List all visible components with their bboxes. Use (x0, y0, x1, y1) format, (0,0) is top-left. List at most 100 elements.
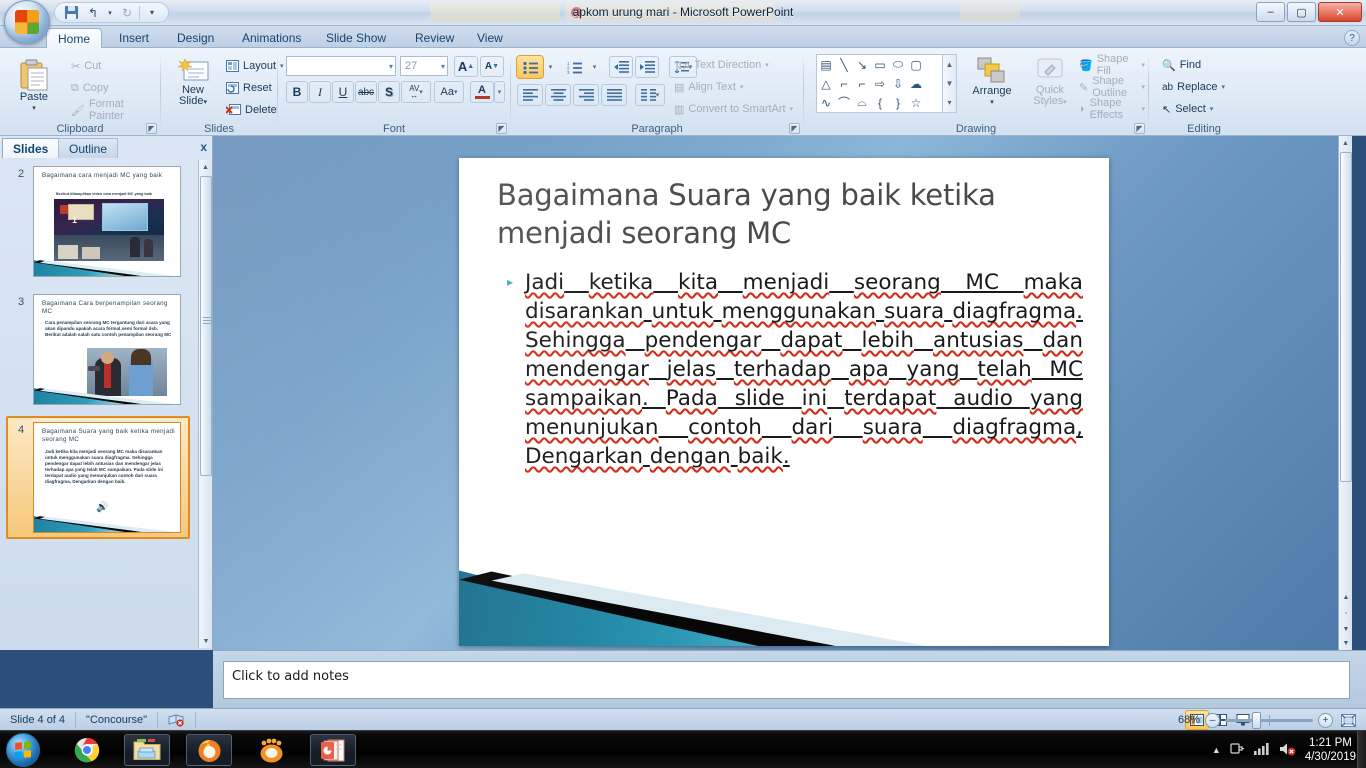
shape-blank2[interactable] (925, 74, 943, 93)
thumbnail-slide-2[interactable]: 2 Bagaimana cara menjadi MC yang baik Be… (0, 164, 199, 280)
shape-arrow[interactable]: ↘ (853, 55, 871, 74)
taskbar-item-chrome[interactable] (64, 734, 110, 766)
numbering-button[interactable]: 1 2 3 (561, 56, 587, 78)
shape-left-brace[interactable]: { (871, 93, 889, 112)
power-icon[interactable] (1230, 741, 1245, 759)
columns-button[interactable]: ▾ (635, 84, 665, 106)
character-spacing-button[interactable]: AV ↔ ▾ (401, 81, 431, 103)
align-center-button[interactable] (545, 84, 571, 106)
tab-review[interactable]: Review (404, 28, 465, 48)
shape-right-brace[interactable]: } (889, 93, 907, 112)
shape-right-arrow[interactable]: ⇨ (871, 74, 889, 93)
shape-star[interactable]: ☆ (907, 93, 925, 112)
slide-body-placeholder[interactable]: Jadi ketika kita menjadi seorang MC maka… (503, 268, 1083, 471)
notes-input[interactable]: Click to add notes (223, 661, 1350, 699)
shapes-gallery[interactable]: ▤ ╲ ↘ ▭ ⬭ ▢ △ ⌐ ⌐ ⇨ ⇩ ☁ ∿ ⌒ ⌓ { } ☆ (816, 54, 944, 113)
spellcheck-status[interactable] (158, 709, 195, 731)
decrease-indent-button[interactable] (609, 56, 633, 78)
drawing-dialog-launcher[interactable]: ◤ (1134, 123, 1145, 134)
shape-cloud[interactable]: ☁ (907, 74, 925, 93)
arrange-button[interactable]: Arrange ▾ (964, 54, 1020, 112)
find-button[interactable]: 🔍 Find (1159, 56, 1204, 74)
shape-elbow-connector[interactable]: ⌐ (835, 74, 853, 93)
shapes-scroll-down[interactable]: ▼ (943, 74, 956, 93)
reset-button[interactable]: Reset (223, 79, 275, 97)
zoom-slider-handle[interactable] (1252, 711, 1261, 729)
theme-name[interactable]: "Concourse" (76, 709, 157, 731)
shape-curve[interactable]: ⌒ (835, 93, 853, 112)
clipboard-dialog-launcher[interactable]: ◤ (146, 123, 157, 134)
thumbnail-canvas[interactable]: Bagaimana Suara yang baik ketika menjadi… (33, 422, 181, 533)
volume-muted-icon[interactable] (1279, 742, 1296, 759)
font-color-dropdown[interactable]: ▾ (494, 81, 505, 103)
stage-scroll-up[interactable]: ▲ (1339, 136, 1352, 150)
office-button[interactable] (4, 0, 50, 44)
shape-rounded-rect[interactable]: ▢ (907, 55, 925, 74)
stage-scroll-thumb[interactable] (1340, 152, 1352, 482)
taskbar-item-powerpoint[interactable] (310, 734, 356, 766)
paste-button[interactable]: Paste ▾ (10, 56, 58, 118)
font-dialog-launcher[interactable]: ◤ (496, 123, 507, 134)
shape-line[interactable]: ╲ (835, 55, 853, 74)
stage-scroll-down[interactable]: ▼ (1339, 636, 1353, 650)
thumbnail-canvas[interactable]: Bagaimana Cara berpenampilan seorang MC … (33, 294, 181, 405)
align-right-button[interactable] (573, 84, 599, 106)
pane-scroll-down[interactable]: ▼ (199, 634, 213, 648)
show-des02ktop-button[interactable] (1357, 731, 1366, 768)
maximize-button[interactable]: ▢ (1287, 2, 1316, 22)
zoom-out-button[interactable]: – (1205, 712, 1220, 728)
delete-slide-button[interactable]: Delete (223, 101, 280, 119)
change-case-button[interactable]: Aa ▾ (434, 81, 464, 103)
paragraph-dialog-launcher[interactable]: ◤ (789, 123, 800, 134)
font-name-combo[interactable]: ▾ (286, 56, 396, 76)
shrink-font-button[interactable]: A ▼ (480, 56, 504, 77)
close-button[interactable]: ✕ (1318, 2, 1362, 22)
minimize-button[interactable]: – (1256, 2, 1285, 22)
slide-scrollbar[interactable]: ▲ ▲ ◦ ▼ ▼ (1338, 136, 1352, 650)
tab-insert[interactable]: Insert (108, 28, 160, 48)
justify-button[interactable] (601, 84, 627, 106)
tab-home[interactable]: Home (46, 28, 103, 48)
italic-button[interactable]: I (309, 81, 331, 103)
clock[interactable]: 1:21 PM 4/30/2019 (1305, 736, 1356, 764)
select-button[interactable]: ↖ Select ▾ (1159, 100, 1216, 118)
tab-animations[interactable]: Animations (231, 28, 312, 48)
pane-scroll-up[interactable]: ▲ (199, 160, 212, 174)
font-color-button[interactable]: A (470, 81, 494, 103)
bullets-button[interactable] (516, 55, 544, 79)
shape-rectangle[interactable]: ▭ (871, 55, 889, 74)
quick-styles-button[interactable]: Quick Styles▾ (1024, 54, 1076, 111)
zoom-in-button[interactable]: + (1318, 712, 1333, 728)
tab-slides[interactable]: Slides (2, 138, 60, 158)
close-pane-button[interactable]: x (200, 140, 207, 154)
reset-view-button[interactable]: ◦ (1339, 606, 1353, 620)
shapes-more[interactable]: ▾ (943, 93, 956, 112)
underline-button[interactable]: U (332, 81, 354, 103)
current-slide[interactable]: Bagaimana Suara yang baik ketika menjadi… (459, 158, 1109, 646)
shapes-scrollbar[interactable]: ▲ ▼ ▾ (942, 54, 957, 113)
taskbar-item-firefox[interactable] (186, 734, 232, 766)
strikethrough-button[interactable]: abc (355, 81, 377, 103)
shape-scribble[interactable]: ∿ (817, 93, 835, 112)
text-shadow-button[interactable]: S (378, 81, 400, 103)
taskbar-item-gom-player[interactable] (248, 734, 294, 766)
shape-textbox[interactable]: ▤ (817, 55, 835, 74)
zoom-slider[interactable] (1225, 711, 1313, 729)
shapes-scroll-up[interactable]: ▲ (943, 55, 956, 74)
shape-down-arrow[interactable]: ⇩ (889, 74, 907, 93)
tab-outline[interactable]: Outline (58, 138, 119, 158)
bullets-dropdown[interactable]: ▾ (545, 56, 556, 78)
thumbnail-slide-4[interactable]: 4 Bagaimana Suara yang baik ketika menja… (0, 416, 199, 539)
help-button[interactable]: ? (1344, 30, 1360, 46)
replace-button[interactable]: ab Replace ▾ (1159, 78, 1228, 96)
numbering-dropdown[interactable]: ▾ (589, 56, 600, 78)
previous-slide-button[interactable]: ▲ (1339, 590, 1353, 604)
taskbar-item-file-explorer[interactable] (124, 734, 170, 766)
tab-slide-show[interactable]: Slide Show (315, 28, 397, 48)
signal-icon[interactable] (1253, 742, 1270, 758)
bold-button[interactable]: B (286, 81, 308, 103)
increase-indent-button[interactable] (635, 56, 659, 78)
pane-scroll-thumb[interactable] (200, 176, 212, 476)
slide-title[interactable]: Bagaimana Suara yang baik ketika menjadi… (497, 176, 1079, 252)
tab-view[interactable]: View (466, 28, 514, 48)
